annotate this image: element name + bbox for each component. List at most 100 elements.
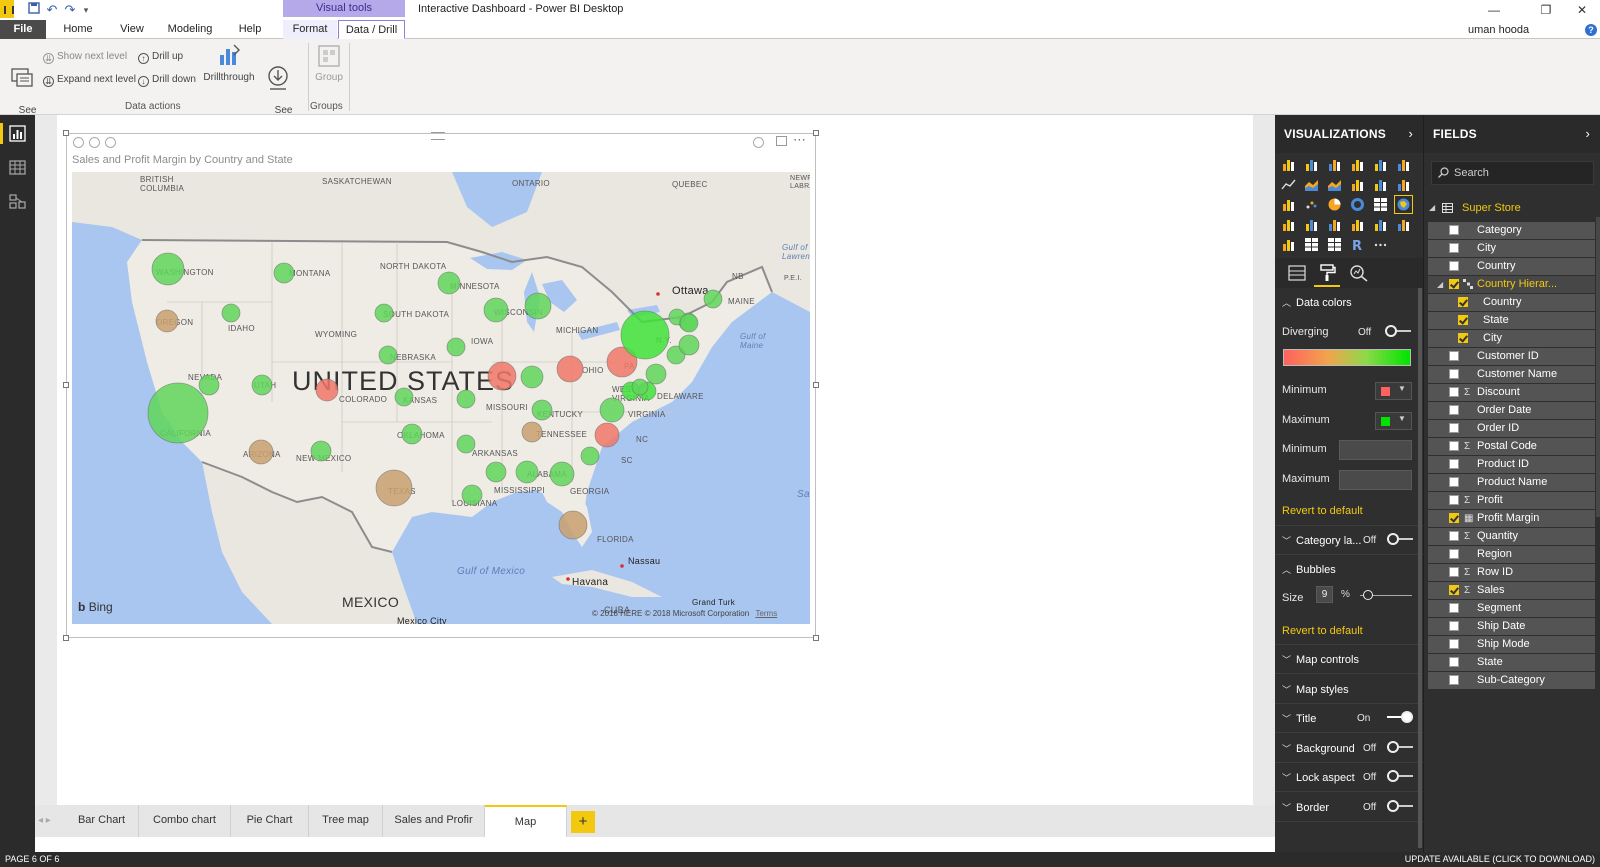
field-item[interactable]: Sub-Category [1428, 672, 1595, 689]
map-bubble-georgia[interactable] [549, 461, 575, 487]
matrix-icon[interactable] [1327, 237, 1342, 252]
bubble-size-slider-knob[interactable] [1363, 590, 1373, 600]
field-checkbox[interactable] [1449, 621, 1459, 631]
field-item[interactable]: Σ Postal Code [1428, 438, 1595, 455]
page-tab-active[interactable]: Map [485, 805, 567, 837]
category-labels-section[interactable]: ﹀ Category la... [1282, 534, 1361, 547]
tab-format[interactable]: Format [283, 20, 337, 39]
field-item[interactable]: Customer ID [1428, 348, 1595, 365]
page-tab[interactable]: Pie Chart [231, 805, 309, 837]
quick-access-dropdown-icon[interactable]: ▾ [78, 2, 94, 18]
tab-data-drill[interactable]: Data / Drill [338, 20, 405, 39]
field-item[interactable]: Σ Quantity [1428, 528, 1595, 545]
field-checkbox[interactable] [1449, 261, 1459, 271]
background-toggle[interactable] [1387, 741, 1413, 753]
field-checkbox[interactable] [1449, 351, 1459, 361]
field-checkbox[interactable] [1449, 477, 1459, 487]
bubbles-section[interactable]: ︿ Bubbles [1282, 563, 1336, 576]
stacked-area-icon[interactable] [1327, 177, 1342, 192]
field-checkbox[interactable] [1458, 297, 1468, 307]
field-checkbox[interactable] [1449, 243, 1459, 253]
map-bubble-kentucky[interactable] [531, 399, 553, 421]
maximum-value-input[interactable] [1339, 470, 1412, 490]
map-bubble-arizona[interactable] [248, 439, 274, 465]
field-hierarchy-level[interactable]: Country [1428, 294, 1595, 311]
map-bubble-south-dakota[interactable] [374, 303, 394, 323]
data-view-icon[interactable] [9, 159, 26, 176]
report-view-icon[interactable] [9, 125, 26, 142]
maximum-color-picker[interactable]: ▼ [1375, 412, 1412, 430]
add-page-button[interactable]: + [571, 811, 595, 833]
map-bubble-ohio[interactable] [556, 355, 584, 383]
field-item[interactable]: ▦ Profit Margin [1428, 510, 1595, 527]
clustered-bar-chart-icon[interactable] [1327, 157, 1342, 172]
field-checkbox[interactable] [1458, 333, 1468, 343]
map-bubble-oklahoma[interactable] [401, 423, 423, 445]
r-script-icon[interactable]: R [1350, 237, 1365, 252]
multi-row-card-icon[interactable] [1373, 217, 1388, 232]
map-bubble-new-hampshire[interactable] [679, 313, 699, 333]
page-tab[interactable]: Combo chart [139, 805, 231, 837]
field-item[interactable]: Region [1428, 546, 1595, 563]
gauge-icon[interactable] [1327, 217, 1342, 232]
drill-mode-icon[interactable] [753, 137, 764, 148]
category-labels-toggle[interactable] [1387, 533, 1413, 545]
expand-next-level-button[interactable]: ⇊ Expand next level [43, 73, 136, 87]
border-section[interactable]: ﹀ Border [1282, 801, 1329, 814]
page-tab[interactable]: Bar Chart [65, 805, 139, 837]
map-bubble-nebraska[interactable] [378, 345, 398, 365]
map-bubble-arkansas[interactable] [456, 434, 476, 454]
tab-help[interactable]: Help [230, 20, 270, 39]
map-bubble-minnesota[interactable] [437, 271, 461, 295]
title-section[interactable]: ﹀ Title [1282, 712, 1316, 725]
field-item[interactable]: State [1428, 654, 1595, 671]
field-checkbox[interactable] [1449, 639, 1459, 649]
more-options-icon[interactable]: ⋯ [793, 132, 806, 148]
map-bubble-tennessee[interactable] [521, 421, 543, 443]
donut-chart-icon[interactable] [1350, 197, 1365, 212]
line-clustered-column-icon[interactable] [1373, 177, 1388, 192]
field-checkbox[interactable] [1458, 315, 1468, 325]
field-hierarchy-level[interactable]: State [1428, 312, 1595, 329]
table-visual-icon[interactable] [1304, 237, 1319, 252]
more-visuals-icon[interactable] [1373, 237, 1388, 252]
background-section[interactable]: ﹀ Background [1282, 742, 1355, 755]
field-checkbox[interactable] [1449, 513, 1459, 523]
line-column-icon[interactable] [1350, 177, 1365, 192]
map-bubble-louisiana[interactable] [461, 484, 483, 506]
map-bubble-north-carolina[interactable] [594, 422, 620, 448]
terms-link[interactable]: Terms [755, 609, 777, 618]
map-bubble-california[interactable] [147, 382, 209, 444]
field-item[interactable]: Customer Name [1428, 366, 1595, 383]
data-colors-section[interactable]: ︿ Data colors [1282, 296, 1352, 309]
format-paint-roller-tab-icon[interactable] [1317, 264, 1337, 282]
kpi-icon[interactable] [1396, 217, 1411, 232]
drill-down-button[interactable]: ↓ Drill down [138, 73, 196, 87]
field-item[interactable]: City [1428, 240, 1595, 257]
field-checkbox[interactable] [1449, 405, 1459, 415]
field-checkbox[interactable] [1449, 441, 1459, 451]
go-to-next-level-icon[interactable] [89, 137, 100, 148]
slicer-icon[interactable] [1281, 237, 1296, 252]
field-item[interactable]: Ship Date [1428, 618, 1595, 635]
map-bubble-nevada[interactable] [198, 374, 220, 396]
map-bubble-michigan[interactable] [524, 292, 552, 320]
field-checkbox[interactable] [1449, 369, 1459, 379]
table-super-store[interactable]: ◢ Super Store [1429, 199, 1599, 217]
update-available-link[interactable]: UPDATE AVAILABLE (CLICK TO DOWNLOAD) [1405, 852, 1595, 867]
field-checkbox[interactable] [1449, 279, 1459, 289]
fields-search-input[interactable]: Search [1431, 161, 1594, 185]
map-bubble-washington[interactable] [151, 252, 185, 286]
map-bubble-colorado[interactable] [315, 378, 339, 402]
field-checkbox[interactable] [1449, 603, 1459, 613]
resize-handle[interactable] [813, 130, 819, 136]
title-toggle[interactable] [1387, 711, 1413, 723]
model-view-icon[interactable] [9, 193, 26, 210]
map-bubble-wisconsin[interactable] [483, 297, 509, 323]
save-icon[interactable] [26, 2, 42, 18]
revert-to-default-link[interactable]: Revert to default [1282, 505, 1363, 517]
field-item[interactable]: Ship Mode [1428, 636, 1595, 653]
field-item[interactable]: Product ID [1428, 456, 1595, 473]
field-item[interactable]: Country [1428, 258, 1595, 275]
field-item[interactable]: Category [1428, 222, 1595, 239]
